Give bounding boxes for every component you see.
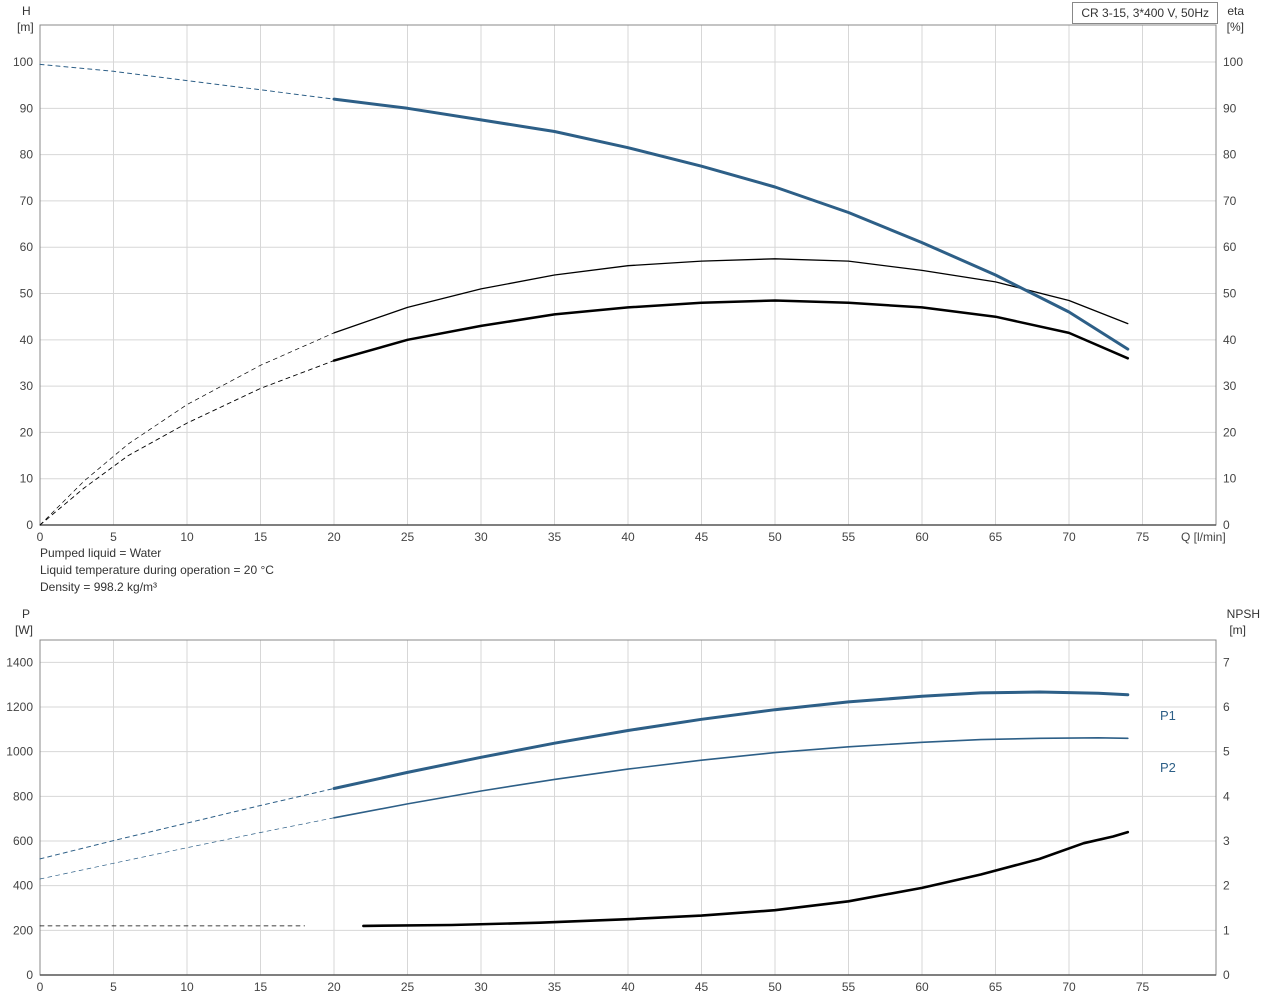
svg-text:10: 10	[180, 980, 194, 994]
svg-text:1200: 1200	[6, 700, 33, 714]
series-label-p1: P1	[1160, 708, 1176, 723]
svg-text:55: 55	[842, 530, 856, 544]
svg-text:30: 30	[474, 980, 488, 994]
svg-text:70: 70	[1062, 530, 1076, 544]
svg-text:200: 200	[13, 923, 33, 937]
svg-text:40: 40	[621, 530, 635, 544]
svg-text:1400: 1400	[6, 655, 33, 669]
chart-notes: Pumped liquid = Water Liquid temperature…	[40, 545, 274, 596]
svg-text:400: 400	[13, 879, 33, 893]
series-label-p2: P2	[1160, 760, 1176, 775]
svg-text:25: 25	[401, 530, 415, 544]
svg-text:75: 75	[1136, 530, 1150, 544]
svg-text:70: 70	[1223, 194, 1237, 208]
svg-text:600: 600	[13, 834, 33, 848]
svg-text:30: 30	[474, 530, 488, 544]
svg-text:5: 5	[1223, 745, 1230, 759]
svg-text:70: 70	[1062, 980, 1076, 994]
svg-text:70: 70	[20, 194, 34, 208]
svg-text:0: 0	[26, 968, 33, 982]
svg-text:20: 20	[327, 530, 341, 544]
svg-text:3: 3	[1223, 834, 1230, 848]
svg-text:30: 30	[1223, 379, 1237, 393]
svg-text:800: 800	[13, 789, 33, 803]
svg-text:60: 60	[20, 240, 34, 254]
svg-text:6: 6	[1223, 700, 1230, 714]
svg-text:30: 30	[20, 379, 34, 393]
svg-text:0: 0	[26, 518, 33, 532]
svg-text:20: 20	[20, 425, 34, 439]
note-density: Density = 998.2 kg/m³	[40, 579, 274, 596]
svg-text:90: 90	[20, 101, 34, 115]
svg-text:5: 5	[110, 980, 117, 994]
svg-text:15: 15	[254, 980, 268, 994]
svg-text:65: 65	[989, 530, 1003, 544]
svg-text:Q [l/min]: Q [l/min]	[1181, 530, 1226, 544]
svg-text:50: 50	[1223, 287, 1237, 301]
svg-text:45: 45	[695, 980, 709, 994]
svg-text:1: 1	[1223, 923, 1230, 937]
bottom-chart: 0200400600800100012001400012345670510152…	[0, 605, 1280, 996]
svg-text:40: 40	[621, 980, 635, 994]
svg-text:100: 100	[1223, 55, 1243, 69]
svg-text:15: 15	[254, 530, 268, 544]
svg-text:35: 35	[548, 530, 562, 544]
svg-text:0: 0	[1223, 968, 1230, 982]
svg-text:10: 10	[1223, 472, 1237, 486]
svg-text:80: 80	[1223, 148, 1237, 162]
svg-text:100: 100	[13, 55, 33, 69]
svg-text:75: 75	[1136, 980, 1150, 994]
svg-text:1000: 1000	[6, 745, 33, 759]
svg-text:35: 35	[548, 980, 562, 994]
svg-text:0: 0	[37, 980, 44, 994]
svg-text:40: 40	[1223, 333, 1237, 347]
svg-text:55: 55	[842, 980, 856, 994]
svg-text:50: 50	[20, 287, 34, 301]
svg-text:80: 80	[20, 148, 34, 162]
svg-text:60: 60	[915, 980, 929, 994]
svg-text:20: 20	[327, 980, 341, 994]
pump-curve-page: CR 3-15, 3*400 V, 50Hz H [m] eta [%] 010…	[0, 0, 1280, 996]
note-liquid: Pumped liquid = Water	[40, 545, 274, 562]
svg-text:4: 4	[1223, 789, 1230, 803]
svg-text:10: 10	[20, 472, 34, 486]
svg-text:5: 5	[110, 530, 117, 544]
svg-text:20: 20	[1223, 425, 1237, 439]
svg-text:65: 65	[989, 980, 1003, 994]
svg-text:50: 50	[768, 530, 782, 544]
top-chart: 0 10 20 30 40 50 60 70 80 90 100 0 10 20 30 40 50 60 70 80 9…	[0, 0, 1280, 545]
svg-text:10: 10	[180, 530, 194, 544]
svg-text:2: 2	[1223, 879, 1230, 893]
svg-text:7: 7	[1223, 655, 1230, 669]
svg-text:40: 40	[20, 333, 34, 347]
note-temp: Liquid temperature during operation = 20…	[40, 562, 274, 579]
svg-text:90: 90	[1223, 101, 1237, 115]
svg-text:0: 0	[37, 530, 44, 544]
svg-text:25: 25	[401, 980, 415, 994]
svg-text:60: 60	[915, 530, 929, 544]
svg-text:60: 60	[1223, 240, 1237, 254]
svg-text:50: 50	[768, 980, 782, 994]
svg-text:45: 45	[695, 530, 709, 544]
